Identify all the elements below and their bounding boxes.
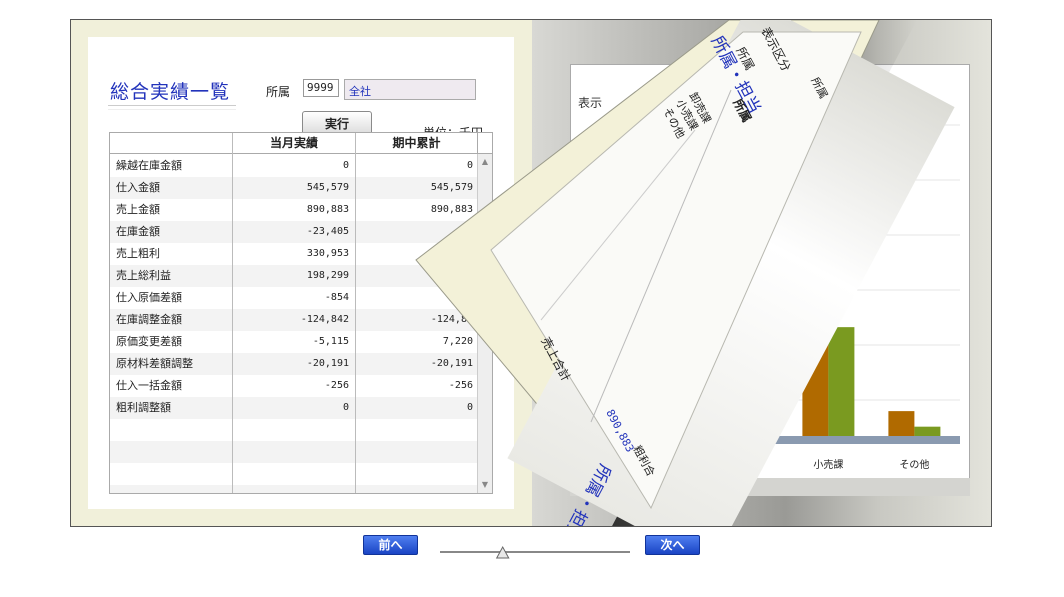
table-row[interactable] xyxy=(110,485,478,493)
scroll-up-icon[interactable]: ▲ xyxy=(480,157,490,167)
row-current: -256 xyxy=(324,380,349,391)
row-current: 198,299 xyxy=(306,270,349,281)
chart-bar xyxy=(802,187,829,436)
table-row[interactable]: 売上総利益 198,299 xyxy=(110,265,478,287)
title-underline xyxy=(108,105,236,110)
row-current: -20,191 xyxy=(306,358,349,369)
chart-bar xyxy=(914,426,941,436)
row-current: 330,953 xyxy=(306,248,349,259)
row-cumulative: 890,883 xyxy=(430,204,473,215)
page-slider[interactable] xyxy=(438,545,632,559)
table-header: 当月実績 期中累計 xyxy=(110,133,492,154)
table-row[interactable]: 売上粗利 330,953 xyxy=(110,243,478,265)
page-title: 総合実績一覧 xyxy=(110,81,231,103)
next-page-button[interactable]: 次へ xyxy=(645,535,700,555)
row-current: -23,405 xyxy=(306,226,349,237)
row-current: -854 xyxy=(324,292,349,303)
table-row[interactable]: 仕入金額 545,579 545,579 xyxy=(110,177,478,199)
column-header-current: 当月実績 xyxy=(233,133,356,153)
scroll-down-icon[interactable]: ▼ xyxy=(480,480,490,490)
dept-code-input[interactable]: 9999 xyxy=(303,79,339,97)
dept-name-field: 全社 xyxy=(344,79,476,100)
table-row[interactable]: 仕入一括金額 -256 -256 xyxy=(110,375,478,397)
chart-category-label: その他 xyxy=(899,458,929,471)
bar-chart: 卸売課 小売課 その他 xyxy=(570,124,970,496)
row-label: 原価変更差額 xyxy=(116,335,182,348)
row-label xyxy=(116,485,232,493)
table-row[interactable]: 在庫金額 -23,405 -2 xyxy=(110,221,478,243)
table-row[interactable]: 売上金額 890,883 890,883 xyxy=(110,199,478,221)
table-row[interactable]: 粗利調整額 0 0 xyxy=(110,397,478,419)
row-label: 在庫調整金額 xyxy=(116,313,182,326)
result-table: 当月実績 期中累計 繰越在庫金額 0 0 仕入金額 545,579 545,579 売上金額… xyxy=(109,132,493,494)
row-cumulative: -256 xyxy=(448,380,473,391)
chart-category-label: 卸売課 xyxy=(727,458,757,471)
row-cumulative: 0 xyxy=(466,160,473,171)
row-label: 売上総利益 xyxy=(116,269,171,282)
row-current: 0 xyxy=(342,160,349,171)
right-page: 表示 卸売課 小売課 その他 xyxy=(532,20,991,526)
column-header-label xyxy=(110,133,233,153)
row-cumulative xyxy=(355,485,478,493)
row-cumulative xyxy=(355,463,478,485)
row-label: 原材料差額調整 xyxy=(116,357,193,370)
row-label xyxy=(116,441,232,463)
chart-bar xyxy=(716,305,743,436)
chart-bar xyxy=(742,361,769,436)
left-page: 総合実績一覧 所属 9999 全社 実行 単位：千円 当月実績 期中累計 繰越在… xyxy=(88,37,514,509)
row-label: 仕入金額 xyxy=(116,181,160,194)
table-row[interactable] xyxy=(110,463,478,485)
row-current: 890,883 xyxy=(306,204,349,215)
row-cumulative: 545,579 xyxy=(430,182,473,193)
row-current xyxy=(232,485,354,493)
table-row[interactable]: 原価変更差額 -5,115 7,220 xyxy=(110,331,478,353)
row-label: 粗利調整額 xyxy=(116,401,171,414)
book-viewer: 総合実績一覧 所属 9999 全社 実行 単位：千円 当月実績 期中累計 繰越在… xyxy=(70,19,992,527)
row-current: 545,579 xyxy=(306,182,349,193)
table-row[interactable]: 繰越在庫金額 0 0 xyxy=(110,155,478,177)
row-current: -5,115 xyxy=(312,336,349,347)
row-cumulative: 7,220 xyxy=(442,336,473,347)
row-cumulative: 0 xyxy=(466,402,473,413)
row-current xyxy=(232,441,354,463)
chart-bar xyxy=(888,411,915,436)
dept-label: 所属 xyxy=(266,85,291,99)
table-row[interactable] xyxy=(110,441,478,463)
row-label: 売上金額 xyxy=(116,203,160,216)
row-cumulative xyxy=(355,441,478,463)
table-row[interactable]: 仕入原価差額 -854 xyxy=(110,287,478,309)
row-label xyxy=(116,419,232,441)
prev-page-button[interactable]: 前へ xyxy=(363,535,418,555)
row-label: 仕入原価差額 xyxy=(116,291,182,304)
column-divider xyxy=(355,133,356,493)
row-current xyxy=(232,419,354,441)
row-cumulative xyxy=(355,265,478,287)
table-row[interactable]: 原材料差額調整 -20,191 -20,191 xyxy=(110,353,478,375)
row-label xyxy=(116,463,232,485)
row-current xyxy=(232,463,354,485)
row-current: 0 xyxy=(342,402,349,413)
row-cumulative xyxy=(355,243,478,265)
column-header-cumulative: 期中累計 xyxy=(356,133,478,153)
table-row[interactable] xyxy=(110,419,478,441)
row-label: 繰越在庫金額 xyxy=(116,159,182,172)
row-cumulative xyxy=(355,419,478,441)
row-cumulative: -2 xyxy=(460,226,473,237)
row-label: 売上粗利 xyxy=(116,247,160,260)
table-row[interactable]: 在庫調整金額 -124,842 -124,84 xyxy=(110,309,478,331)
row-cumulative: -20,191 xyxy=(430,358,473,369)
row-current: -124,842 xyxy=(300,314,349,325)
row-cumulative xyxy=(355,287,478,309)
chart-bar xyxy=(828,327,855,436)
chart-category-label: 小売課 xyxy=(813,458,843,471)
table-scrollbar[interactable]: ▲ ▼ xyxy=(477,154,492,493)
row-cumulative: -124,84 xyxy=(430,314,473,325)
row-label: 仕入一括金額 xyxy=(116,379,182,392)
column-divider xyxy=(232,133,233,493)
row-label: 在庫金額 xyxy=(116,225,160,238)
